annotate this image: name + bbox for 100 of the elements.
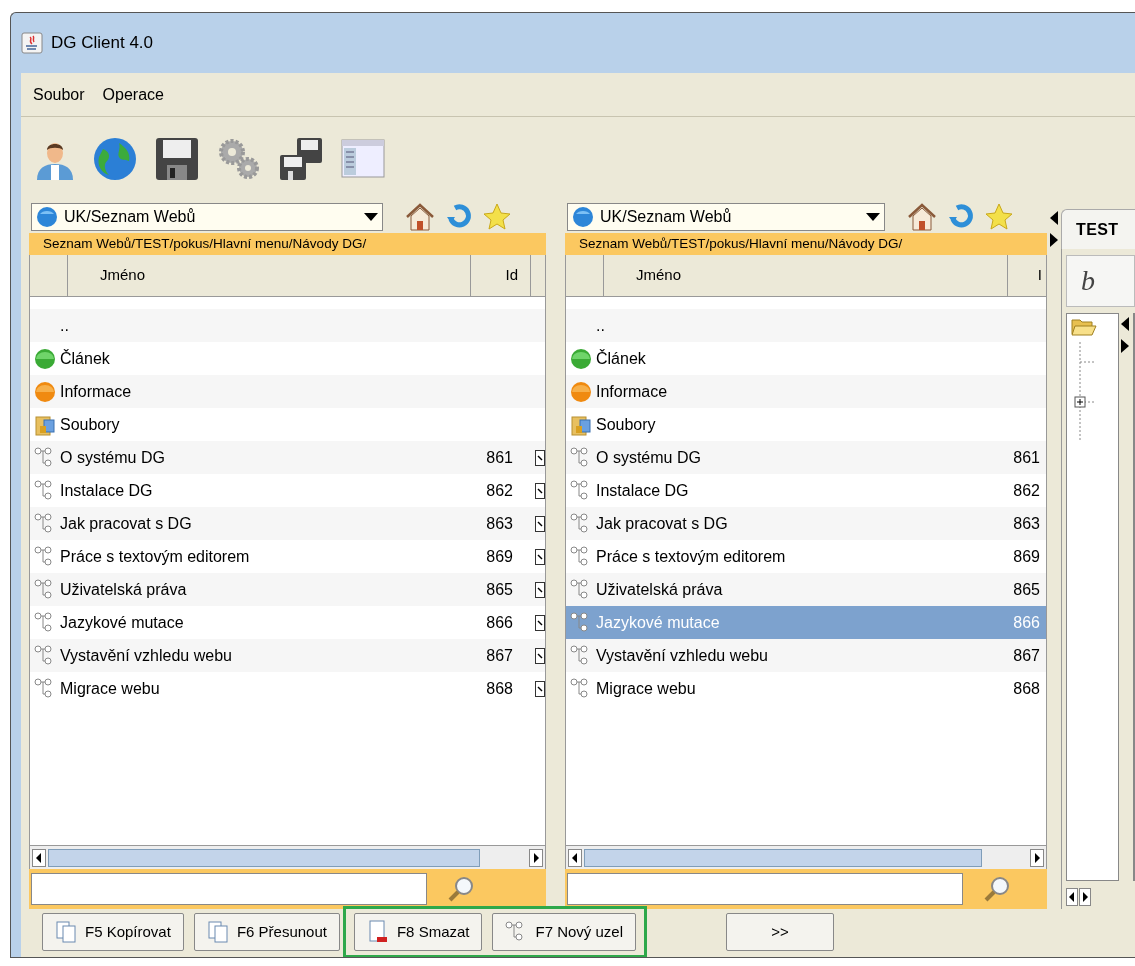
- star-icon[interactable]: [483, 203, 511, 231]
- table-row[interactable]: Informace: [30, 375, 545, 408]
- action-button[interactable]: F7 Nový uzel: [492, 913, 637, 951]
- id-cell-text: 866: [1013, 612, 1041, 633]
- search-icon[interactable]: [447, 875, 475, 903]
- ball-icon: [570, 380, 592, 403]
- table-row[interactable]: O systému DG 861: [566, 441, 1046, 474]
- name-cell-text: Uživatelská práva: [60, 579, 188, 600]
- table-row[interactable]: Jak pracovat s DG 863: [30, 507, 545, 540]
- id-cell-text: 862: [486, 480, 514, 501]
- location-value: UK/Seznam Webů: [64, 207, 197, 227]
- action-button[interactable]: >>: [726, 913, 835, 951]
- name-cell-text: Jazykové mutace: [596, 612, 721, 633]
- column-header[interactable]: Id: [471, 255, 531, 296]
- ball-icon: [34, 347, 56, 370]
- search-icon[interactable]: [983, 875, 1011, 903]
- action-button[interactable]: F8 Smazat: [353, 913, 483, 951]
- tree-lines-icon: [1071, 342, 1097, 442]
- name-cell-text: O systému DG: [596, 447, 702, 468]
- id-cell-text: 867: [486, 645, 514, 666]
- id-cell-text: 869: [1013, 546, 1041, 567]
- app-icon: [21, 32, 43, 54]
- table-row[interactable]: Uživatelská práva 865: [30, 573, 545, 606]
- table-row[interactable]: O systému DG 861: [30, 441, 545, 474]
- path-bar: Seznam Webů/TEST/pokus/Hlavní menu/Návody DG/: [565, 233, 1047, 255]
- star-icon[interactable]: [985, 203, 1013, 231]
- name-cell-text: Článek: [596, 348, 647, 369]
- table-row[interactable]: Uživatelská práva 865: [566, 573, 1046, 606]
- scroll-left-icon[interactable]: [568, 848, 582, 867]
- name-cell-text: ..: [596, 315, 606, 336]
- name-cell-text: Jak pracovat s DG: [596, 513, 729, 534]
- column-header[interactable]: Jméno: [68, 255, 471, 296]
- id-cell-text: 868: [1013, 678, 1041, 699]
- column-header[interactable]: I: [1008, 255, 1046, 296]
- location-dropdown[interactable]: UK/Seznam Webů: [31, 203, 383, 231]
- dropdown-arrow-icon: [866, 213, 880, 221]
- scroll-left-icon[interactable]: [32, 848, 46, 867]
- copy-icon: [55, 920, 77, 944]
- path-bar: Seznam Webů/TEST/pokus/Hlavní menu/Návody DG/: [29, 233, 546, 255]
- folder-icon: [570, 413, 592, 436]
- scrollbar-thumb[interactable]: [584, 848, 982, 867]
- name-cell-text: Migrace webu: [60, 678, 161, 699]
- action-button[interactable]: F5 Kopírovat: [42, 913, 184, 951]
- table-row[interactable]: Jak pracovat s DG 863: [566, 507, 1046, 540]
- delete-document-icon: [366, 920, 389, 944]
- table-row[interactable]: ..: [566, 309, 1046, 342]
- name-cell-text: ..: [60, 315, 70, 336]
- window-title: DG Client 4.0: [51, 32, 154, 55]
- id-cell-text: 865: [1013, 579, 1041, 600]
- location-dropdown[interactable]: UK/Seznam Webů: [567, 203, 885, 231]
- table-row[interactable]: ..: [30, 309, 545, 342]
- id-cell-text: 868: [486, 678, 514, 699]
- table-row[interactable]: Vystavění vzhledu webu 867: [566, 639, 1046, 672]
- menu-item[interactable]: Operace: [102, 82, 164, 107]
- name-cell-text: Soubory: [596, 414, 657, 435]
- save-icon[interactable]: [155, 137, 199, 181]
- home-icon[interactable]: [405, 202, 435, 232]
- menu-item[interactable]: Soubor: [33, 82, 85, 107]
- name-cell-text: Článek: [60, 348, 111, 369]
- bold-button[interactable]: b: [1081, 260, 1095, 302]
- name-cell-text: Jazykové mutace: [60, 612, 185, 633]
- name-cell-text: Uživatelská práva: [596, 579, 724, 600]
- layout-icon[interactable]: [341, 139, 385, 179]
- name-cell-text: Jak pracovat s DG: [60, 513, 193, 534]
- save-all-icon[interactable]: [279, 137, 323, 181]
- name-cell-text: Instalace DG: [60, 480, 154, 501]
- id-cell-text: 867: [1013, 645, 1041, 666]
- id-cell-text: 861: [1013, 447, 1041, 468]
- tab[interactable]: TEST: [1061, 209, 1135, 249]
- scrollbar-thumb[interactable]: [48, 848, 480, 867]
- home-icon[interactable]: [907, 202, 937, 232]
- table-row[interactable]: Vystavění vzhledu webu 867: [30, 639, 545, 672]
- name-cell-text: Informace: [596, 381, 669, 402]
- name-cell-text: Práce s textovým editorem: [60, 546, 251, 567]
- name-cell-text: Soubory: [60, 414, 121, 435]
- folder-icon: [1071, 318, 1097, 336]
- scroll-left-icon[interactable]: [1066, 888, 1078, 906]
- column-header[interactable]: Jméno: [604, 255, 1008, 296]
- id-cell-text: 866: [486, 612, 514, 633]
- expand-right-icon[interactable]: [1050, 233, 1058, 247]
- scroll-right-icon[interactable]: [529, 848, 543, 867]
- table-row[interactable]: Informace: [566, 375, 1046, 408]
- copy-icon: [206, 920, 229, 944]
- action-button[interactable]: F6 Přesunout: [193, 913, 340, 951]
- name-cell-text: Instalace DG: [596, 480, 690, 501]
- folder-icon: [34, 413, 56, 436]
- id-cell-text: 865: [486, 579, 514, 600]
- name-cell-text: Informace: [60, 381, 133, 402]
- search-field[interactable]: [567, 873, 963, 905]
- scroll-right-icon[interactable]: [1079, 888, 1091, 906]
- collapse-left-icon[interactable]: [1050, 211, 1058, 225]
- id-cell-text: 861: [486, 447, 514, 468]
- search-field[interactable]: [31, 873, 427, 905]
- scroll-right-icon[interactable]: [1030, 848, 1044, 867]
- name-cell-text: Migrace webu: [596, 678, 697, 699]
- ball-icon: [34, 380, 56, 403]
- name-cell-text: Práce s textovým editorem: [596, 546, 787, 567]
- id-cell-text: 863: [1013, 513, 1041, 534]
- name-cell-text: Vystavění vzhledu webu: [596, 645, 769, 666]
- name-cell-text: Vystavění vzhledu webu: [60, 645, 233, 666]
